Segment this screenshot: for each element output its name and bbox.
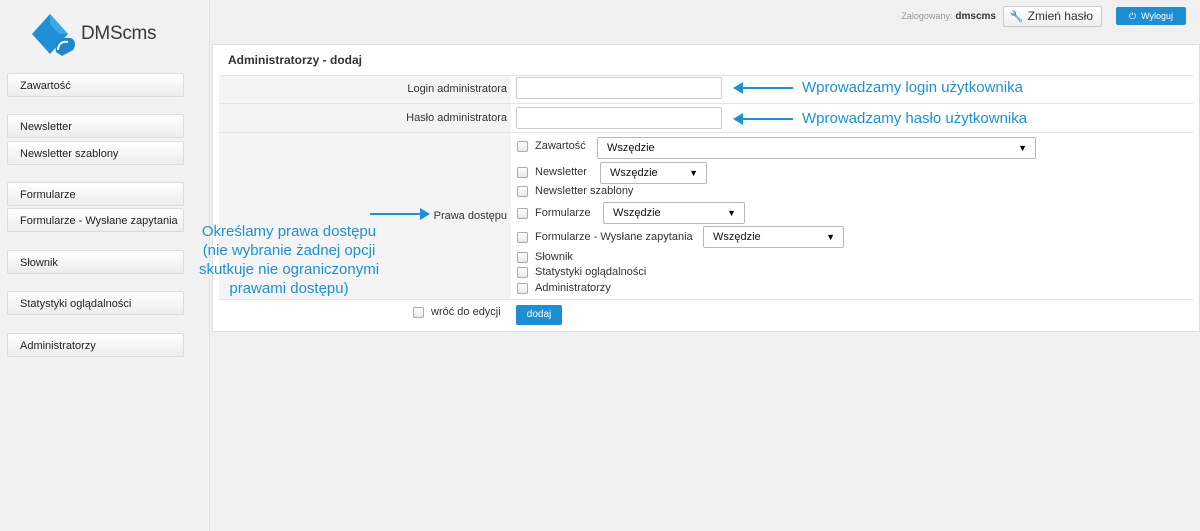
dmscms-logo-icon [32, 14, 75, 56]
top-bar: Zalogowany: dmscms 🔧 Zmień hasło ⏻ Wyloguj [210, 0, 1200, 36]
return-to-edit-label: wróć do edycji [431, 306, 501, 318]
permission-checkbox-formularze[interactable] [517, 208, 528, 219]
logged-in-info: Zalogowany: dmscms [901, 11, 996, 22]
permission-label-zawartosc: Zawartość [535, 140, 586, 152]
permission-checkbox-slownik[interactable] [517, 252, 528, 263]
rights-annotation-line: skutkuje nie ograniczonymi [198, 261, 380, 278]
permission-checkbox-administratorzy[interactable] [517, 283, 528, 294]
sidebar-item-newsletter[interactable]: Newsletter [7, 114, 184, 138]
sidebar-item-statystyki[interactable]: Statystyki oglądalności [7, 291, 184, 315]
permission-checkbox-formularze-wyslane[interactable] [517, 232, 528, 243]
rights-annotation: Określamy prawa dostępu (nie wybranie ża… [180, 222, 398, 298]
logout-label: Wyloguj [1141, 11, 1174, 21]
sidebar-item-newsletter-szablony[interactable]: Newsletter szablony [7, 141, 184, 165]
dropdown-arrow-icon: ▼ [826, 232, 835, 242]
login-annotation: Wprowadzamy login użytkownika [802, 79, 1023, 96]
logo-text: DMScms [81, 23, 157, 44]
permission-label-newsletter: Newsletter [535, 166, 587, 178]
sidebar-item-formularze[interactable]: Formularze [7, 182, 184, 206]
password-input[interactable] [516, 107, 722, 129]
login-input[interactable] [516, 77, 722, 99]
power-icon: ⏻ [1128, 11, 1137, 21]
sidebar-item-formularze-wyslane[interactable]: Formularze - Wysłane zapytania [7, 208, 184, 232]
permission-label-formularze-wyslane: Formularze - Wysłane zapytania [535, 231, 693, 243]
rights-annotation-line: prawami dostępu) [229, 280, 349, 297]
permission-label-administratorzy: Administratorzy [535, 282, 611, 294]
permission-select-formularze[interactable]: Wszędzie ▼ [603, 202, 745, 224]
submit-button[interactable]: dodaj [516, 305, 562, 325]
rights-annotation-line: (nie wybranie żadnej opcji [202, 242, 376, 259]
permission-checkbox-statystyki[interactable] [517, 267, 528, 278]
select-value: Wszędzie [610, 167, 658, 179]
row-divider [219, 299, 1193, 300]
sidebar-item-administratorzy[interactable]: Administratorzy [7, 333, 184, 357]
sidebar-item-zawartosc[interactable]: Zawartość [7, 73, 184, 97]
sidebar: DMScms Zawartość Newsletter Newsletter s… [0, 0, 210, 531]
sidebar-item-slownik[interactable]: Słownik [7, 250, 184, 274]
dropdown-arrow-icon: ▼ [1018, 143, 1027, 153]
login-label: Login administratora [219, 76, 511, 103]
arrow-left-icon [733, 82, 793, 94]
change-password-button[interactable]: 🔧 Zmień hasło [1002, 6, 1102, 27]
select-value: Wszędzie [613, 207, 661, 219]
username: dmscms [955, 11, 996, 22]
select-value: Wszędzie [607, 142, 655, 154]
permission-label-statystyki: Statystyki oglądalności [535, 266, 647, 278]
dropdown-arrow-icon: ▼ [689, 168, 698, 178]
permission-select-newsletter[interactable]: Wszędzie ▼ [600, 162, 707, 184]
permission-checkbox-zawartosc[interactable] [517, 141, 528, 152]
dropdown-arrow-icon: ▼ [727, 208, 736, 218]
arrow-right-icon [370, 208, 430, 220]
wrench-icon: 🔧 [1009, 11, 1024, 23]
permission-label-newsletter-szablony: Newsletter szablony [535, 185, 634, 197]
rights-annotation-line: Określamy prawa dostępu [201, 223, 377, 240]
logout-button[interactable]: ⏻ Wyloguj [1116, 7, 1186, 25]
arrow-left-icon [733, 113, 793, 125]
permission-select-formularze-wyslane[interactable]: Wszędzie ▼ [703, 226, 844, 248]
page-title: Administratorzy - dodaj [228, 53, 363, 67]
password-label: Hasło administratora [219, 104, 511, 132]
change-password-label: Zmień hasło [1027, 9, 1093, 23]
permission-checkbox-newsletter[interactable] [517, 167, 528, 178]
permission-label-formularze: Formularze [535, 207, 591, 219]
select-value: Wszędzie [713, 231, 761, 243]
permission-label-slownik: Słownik [535, 251, 573, 263]
permission-select-zawartosc[interactable]: Wszędzie ▼ [597, 137, 1036, 159]
logged-label: Zalogowany: [901, 11, 953, 21]
permission-checkbox-newsletter-szablony[interactable] [517, 186, 528, 197]
return-to-edit-checkbox[interactable] [413, 307, 424, 318]
password-annotation: Wprowadzamy hasło użytkownika [802, 110, 1028, 127]
